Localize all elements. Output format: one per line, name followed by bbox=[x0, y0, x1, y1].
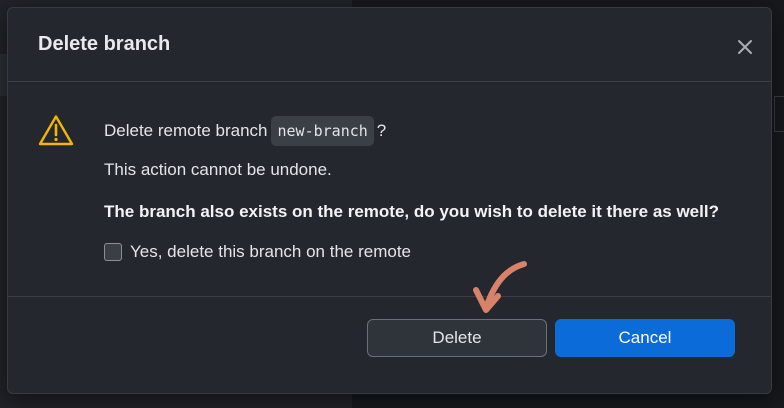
message-suffix: ? bbox=[376, 121, 387, 140]
delete-remote-checkbox[interactable] bbox=[104, 243, 122, 261]
warning-triangle-icon bbox=[38, 115, 74, 146]
dialog-body: Delete remote branch new-branch ? This a… bbox=[8, 82, 771, 297]
dialog-title: Delete branch bbox=[38, 33, 171, 55]
delete-remote-option[interactable]: Yes, delete this branch on the remote bbox=[104, 242, 411, 262]
branch-name-code: new-branch bbox=[271, 116, 374, 146]
close-icon bbox=[738, 40, 752, 54]
message-prefix: Delete remote branch bbox=[104, 121, 268, 140]
dialog-header: Delete branch bbox=[8, 8, 771, 82]
backdrop-right-edge bbox=[774, 96, 784, 132]
cancel-button[interactable]: Cancel bbox=[555, 319, 735, 357]
undone-warning-text: This action cannot be undone. bbox=[104, 160, 332, 179]
backdrop-left-edge bbox=[0, 54, 7, 96]
remote-question-text: The branch also exists on the remote, do… bbox=[104, 202, 719, 221]
close-button[interactable] bbox=[730, 32, 760, 62]
delete-message: Delete remote branch new-branch ? bbox=[104, 116, 386, 146]
delete-remote-checkbox-label: Yes, delete this branch on the remote bbox=[130, 242, 411, 261]
delete-button[interactable]: Delete bbox=[367, 319, 547, 357]
